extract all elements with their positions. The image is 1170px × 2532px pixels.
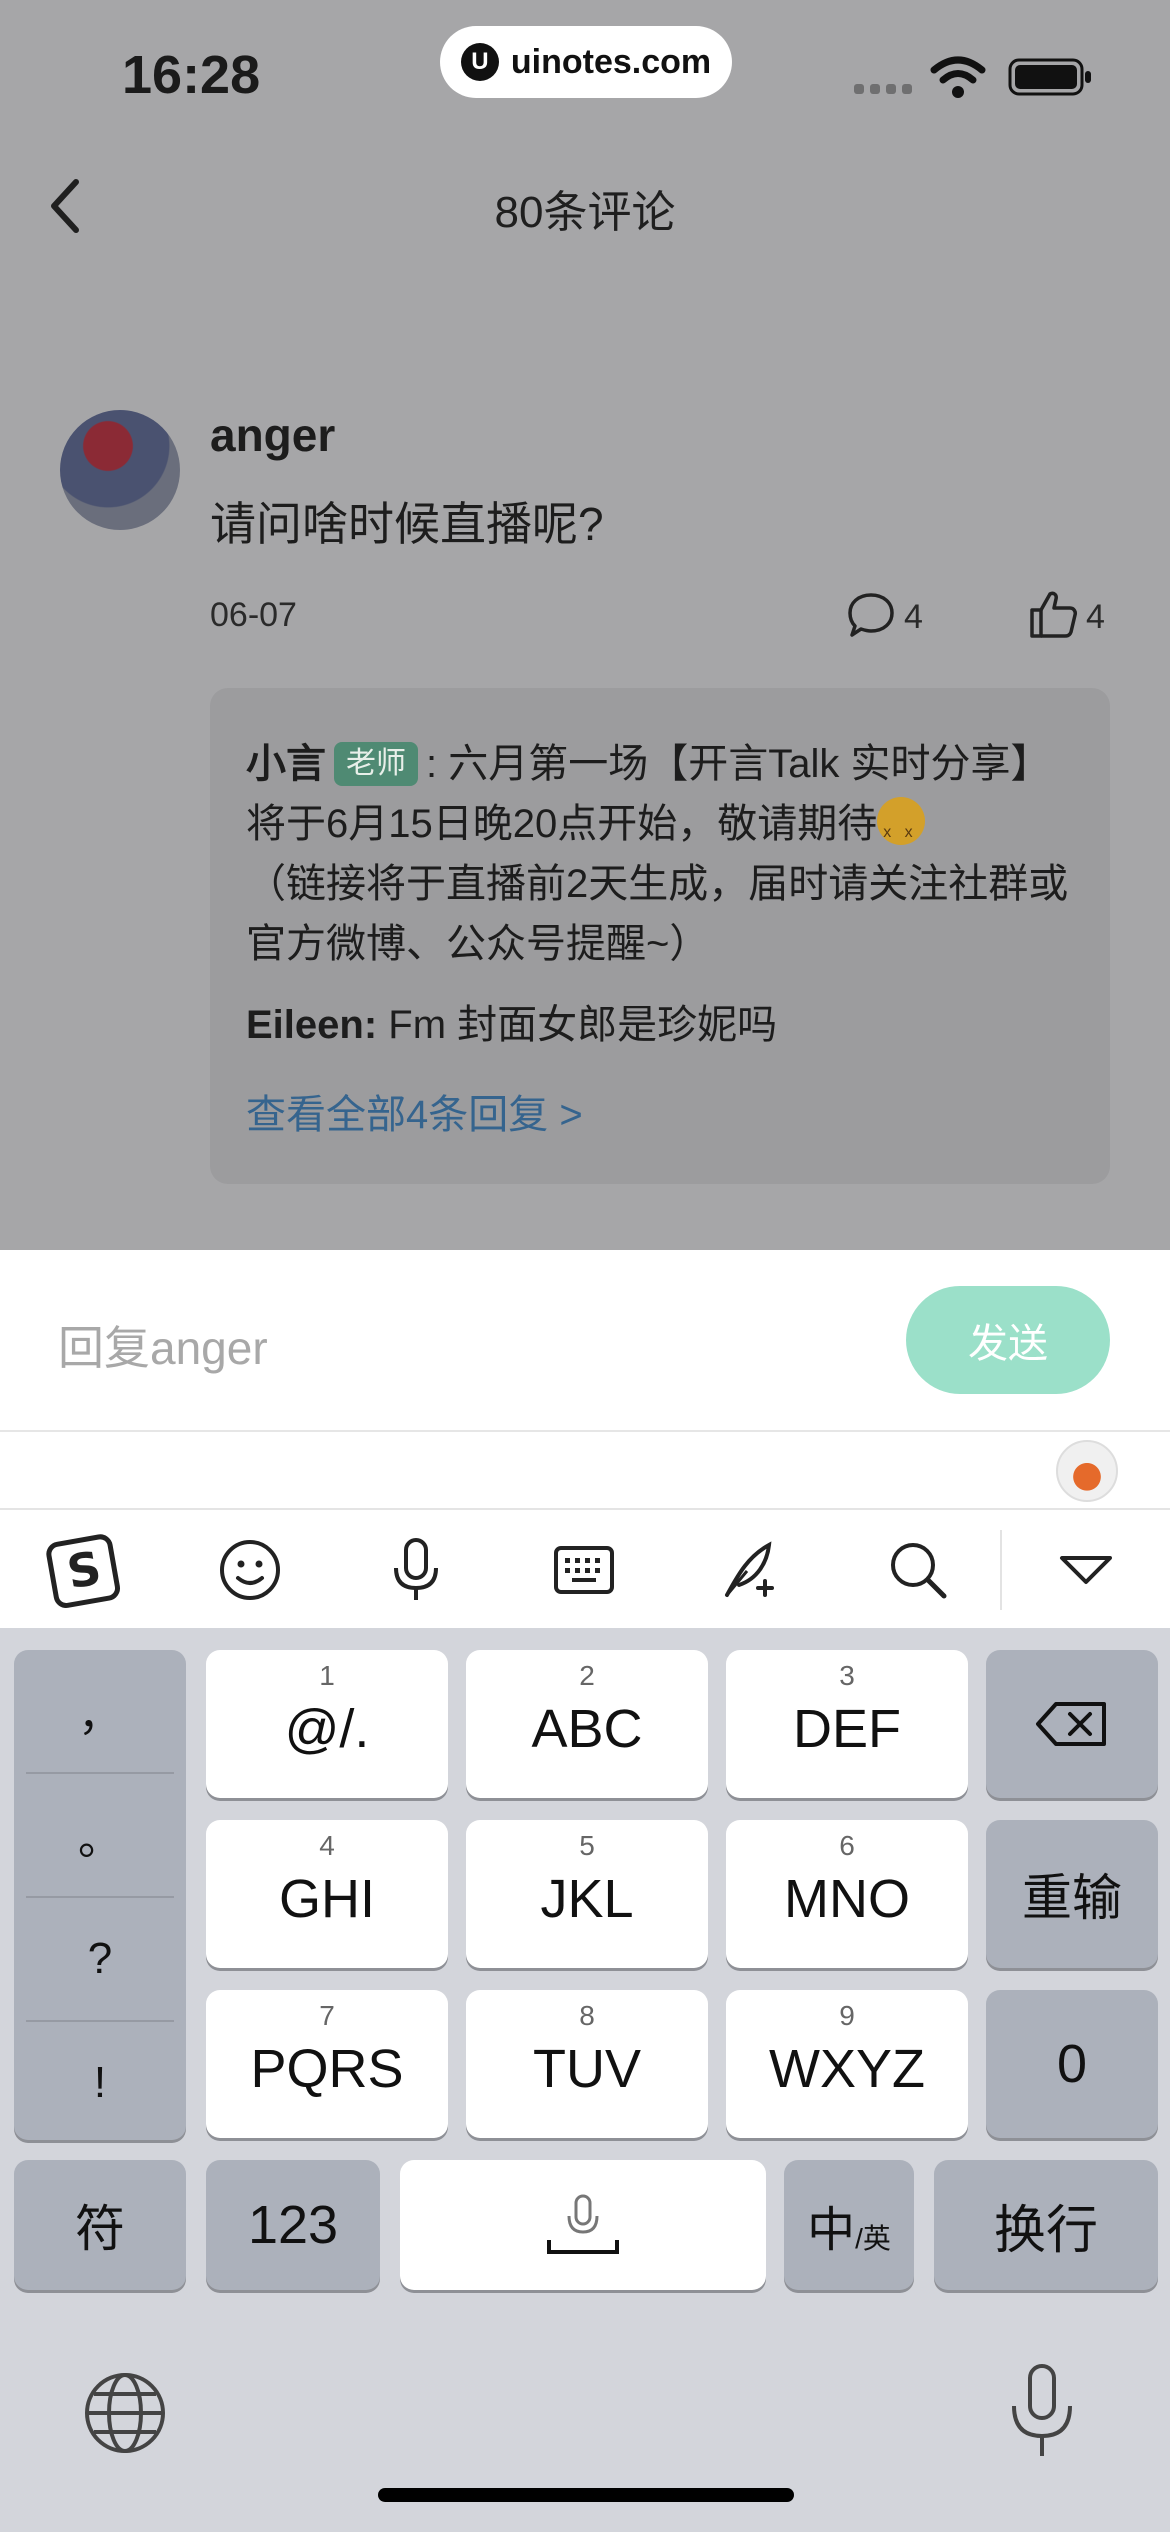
sogou-logo-icon[interactable]: S [40, 1526, 128, 1614]
numbers-key[interactable]: 123 [206, 2160, 380, 2290]
backspace-icon [1036, 1702, 1106, 1746]
key-number: 9 [839, 2000, 855, 2031]
url-pill[interactable]: U uinotes.com [440, 26, 732, 98]
punct-period-key[interactable]: 。 [26, 1774, 174, 1898]
key-0[interactable]: 0 [986, 1990, 1158, 2138]
search-icon[interactable] [874, 1526, 962, 1614]
keyboard-icon[interactable] [540, 1526, 628, 1614]
wifi-icon [930, 56, 986, 98]
home-indicator [378, 2488, 794, 2502]
key-number: 2 [579, 1660, 595, 1691]
key-8[interactable]: 8 TUV [466, 1990, 708, 2138]
key-1[interactable]: 1 @/. [206, 1650, 448, 1798]
thumbs-up-icon[interactable] [1028, 588, 1078, 640]
quill-pen-icon[interactable] [706, 1526, 794, 1614]
space-key[interactable] [400, 2160, 766, 2290]
battery-icon [1008, 58, 1091, 96]
globe-icon[interactable] [82, 2370, 168, 2456]
lang-sub-label: /英 [855, 2223, 891, 2254]
enter-key[interactable]: 换行 [934, 2160, 1158, 2290]
key-label: ABC [531, 1699, 643, 1759]
emoji-icon[interactable] [206, 1526, 294, 1614]
key-number: 8 [579, 2000, 595, 2031]
comment-text: 请问啥时候直播呢? [210, 498, 604, 550]
dictation-mic-icon[interactable] [1006, 2362, 1078, 2462]
page-title: 80条评论 [494, 188, 676, 237]
language-switch-key[interactable]: 中/英 [784, 2160, 914, 2290]
avatar[interactable] [60, 410, 180, 530]
ime-mascot-icon[interactable] [1056, 1440, 1118, 1502]
key-9[interactable]: 9 WXYZ [726, 1990, 968, 2138]
punct-question-key[interactable]: ? [26, 1898, 174, 2022]
reply-item[interactable]: Eileen: Fm 封面女郎是珍妮吗 [246, 992, 777, 1050]
reply-author[interactable]: Eileen: [246, 1003, 377, 1047]
reply-text-continued: （链接将于直播前2天生成，届时请关注社群或官方微博、公众号提醒~） [246, 862, 1069, 966]
key-label: WXYZ [769, 2039, 925, 2099]
symbols-key[interactable]: 符 [14, 2160, 186, 2290]
key-number: 5 [579, 1830, 595, 1861]
microphone-icon[interactable] [372, 1526, 460, 1614]
toolbar-divider [1000, 1530, 1002, 1610]
like-count: 4 [1086, 598, 1105, 636]
key-number: 4 [319, 1830, 335, 1861]
key-label: TUV [533, 2039, 641, 2099]
send-button[interactable]: 发送 [906, 1286, 1110, 1394]
status-time: 16:28 [122, 45, 261, 105]
key-number: 7 [319, 2000, 335, 2031]
space-mic-icon [547, 2194, 619, 2254]
key-4[interactable]: 4 GHI [206, 1820, 448, 1968]
key-label: DEF [793, 1699, 901, 1759]
enter-label: 换行 [993, 2201, 1098, 2260]
key-label: PQRS [250, 2039, 404, 2099]
teacher-badge: 老师 [334, 742, 418, 786]
key-5[interactable]: 5 JKL [466, 1820, 708, 1968]
signal-icon [854, 84, 916, 94]
key-number: 6 [839, 1830, 855, 1861]
key-number: 1 [319, 1660, 335, 1691]
reply-text: Fm 封面女郎是珍妮吗 [377, 1003, 778, 1047]
key-label: MNO [784, 1869, 910, 1929]
reply-input[interactable]: 回复anger [58, 1312, 268, 1378]
retype-key[interactable]: 重输 [986, 1820, 1158, 1968]
key-number: 3 [839, 1660, 855, 1691]
punct-exclaim-key[interactable]: ! [26, 2022, 174, 2144]
backspace-key[interactable] [986, 1650, 1158, 1798]
numbers-label: 123 [247, 2195, 339, 2255]
lang-main-label: 中 [807, 2204, 856, 2257]
punctuation-column: ， 。 ? ! [14, 1650, 186, 2140]
key-label: 0 [1056, 2034, 1088, 2094]
grinning-squint-emoji-icon [877, 797, 926, 863]
comment-bubble-icon[interactable] [846, 590, 896, 640]
key-label: GHI [278, 1869, 375, 1929]
key-6[interactable]: 6 MNO [726, 1820, 968, 1968]
key-label: JKL [540, 1869, 634, 1929]
view-all-replies-link[interactable]: 查看全部4条回复 > [246, 1082, 583, 1140]
key-2[interactable]: 2 ABC [466, 1650, 708, 1798]
key-3[interactable]: 3 DEF [726, 1650, 968, 1798]
comment-username[interactable]: anger [210, 408, 335, 462]
ime-candidate-bar [0, 1432, 1170, 1510]
punct-comma-key[interactable]: ， [26, 1650, 174, 1774]
key-7[interactable]: 7 PQRS [206, 1990, 448, 2138]
url-text: uinotes.com [510, 42, 712, 81]
collapse-chevron-icon[interactable] [1042, 1526, 1130, 1614]
retype-label: 重输 [1022, 1870, 1122, 1926]
comment-date: 06-07 [210, 596, 297, 634]
symbols-label: 符 [75, 2201, 125, 2257]
reply-item[interactable]: 小言 老师: 六月第一场【开言Talk 实时分享】将于6月15日晚20点开始，敬请… [246, 734, 1076, 974]
key-label: @/. [284, 1699, 370, 1759]
reply-author[interactable]: 小言 [246, 742, 326, 786]
comment-count: 4 [904, 598, 923, 636]
site-logo-icon: U [460, 43, 499, 81]
